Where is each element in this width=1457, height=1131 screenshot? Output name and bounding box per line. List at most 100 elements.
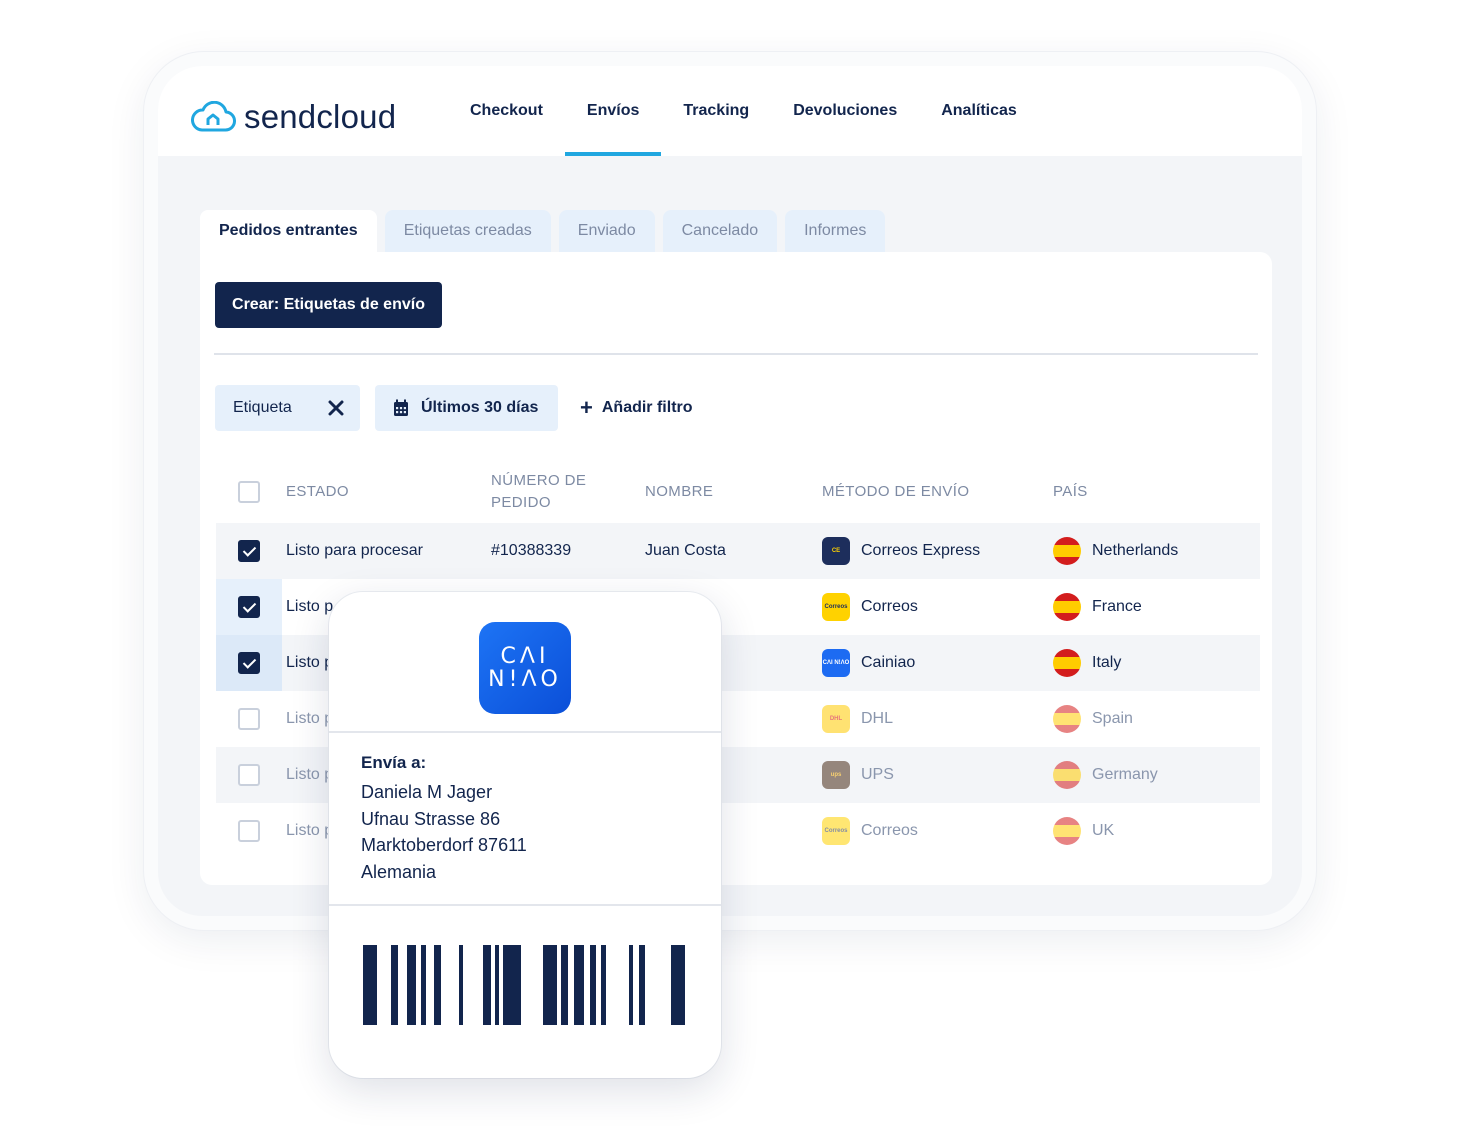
header-estado: ESTADO bbox=[286, 483, 349, 500]
date-filter-chip[interactable]: Últimos 30 días bbox=[375, 385, 558, 431]
row-country: Germany bbox=[1053, 747, 1158, 803]
row-country: Netherlands bbox=[1053, 523, 1178, 579]
header-numero-line1: NÚMERO DE bbox=[491, 472, 587, 489]
tab-pedidos-entrantes[interactable]: Pedidos entrantes bbox=[200, 210, 377, 252]
row-country: France bbox=[1053, 579, 1142, 635]
row-shipping-method: Correos Correos bbox=[822, 803, 918, 859]
row-country-label: Italy bbox=[1092, 654, 1122, 671]
row-checkbox[interactable] bbox=[238, 596, 260, 618]
header-nombre: NOMBRE bbox=[645, 483, 714, 500]
cainiao-logo-line1: CΛI bbox=[500, 644, 550, 669]
row-status: Listo p bbox=[286, 598, 334, 615]
cainiao-logo-line2: N!ΛO bbox=[488, 667, 562, 692]
date-filter-text: Últimos 30 días bbox=[421, 399, 539, 416]
header-metodo-envio: MÉTODO DE ENVÍO bbox=[822, 483, 970, 500]
row-shipping-method-label: UPS bbox=[861, 766, 894, 783]
nav-devoluciones[interactable]: Devoluciones bbox=[771, 66, 919, 156]
address-line: Marktoberdorf 87611 bbox=[361, 835, 527, 855]
add-filter-button[interactable]: + Añadir filtro bbox=[580, 385, 693, 431]
divider bbox=[214, 353, 1258, 355]
nav-envios[interactable]: Envíos bbox=[564, 66, 662, 156]
row-status: Listo p bbox=[286, 822, 334, 839]
label-divider-top bbox=[329, 731, 721, 733]
header-numero-line2: PEDIDO bbox=[491, 494, 551, 511]
correos-icon: Correos bbox=[822, 593, 850, 621]
row-country-label: Germany bbox=[1092, 766, 1158, 783]
barcode-icon bbox=[363, 945, 685, 1025]
row-checkbox-cell bbox=[216, 691, 282, 747]
select-all-checkbox[interactable] bbox=[238, 481, 260, 503]
correos-express-icon: CE bbox=[822, 537, 850, 565]
row-shipping-method-label: Correos bbox=[861, 822, 918, 839]
add-filter-label: Añadir filtro bbox=[601, 399, 693, 416]
row-country: Spain bbox=[1053, 691, 1133, 747]
main-nav: Checkout Envíos Tracking Devoluciones An… bbox=[448, 66, 1039, 156]
row-status: Listo p bbox=[286, 654, 334, 671]
row-country-label: Netherlands bbox=[1092, 542, 1179, 559]
cainiao-icon: CΛI N!ΛO bbox=[822, 649, 850, 677]
tab-cancelado[interactable]: Cancelado bbox=[662, 210, 778, 252]
row-country-label: UK bbox=[1092, 822, 1115, 839]
row-shipping-method-label: Cainiao bbox=[861, 654, 916, 671]
spain-flag-icon bbox=[1053, 817, 1081, 845]
spain-flag-icon bbox=[1053, 537, 1081, 565]
row-checkbox[interactable] bbox=[238, 764, 260, 786]
address-line: Daniela M Jager bbox=[361, 782, 493, 802]
row-checkbox[interactable] bbox=[238, 708, 260, 730]
row-order-number[interactable]: #10388339 bbox=[491, 523, 571, 579]
top-navigation-bar: sendcloud Checkout Envíos Tracking Devol… bbox=[158, 66, 1302, 156]
nav-tracking[interactable]: Tracking bbox=[661, 66, 771, 156]
label-divider-bottom bbox=[329, 904, 721, 906]
address-line: Alemania bbox=[361, 862, 437, 882]
row-checkbox[interactable] bbox=[238, 652, 260, 674]
tab-etiquetas-creadas[interactable]: Etiquetas creadas bbox=[384, 210, 551, 252]
cainiao-logo-icon: CΛI N!ΛO bbox=[479, 622, 571, 714]
brand-name: sendcloud bbox=[244, 98, 397, 135]
row-shipping-method-label: Correos Express bbox=[861, 542, 981, 559]
row-checkbox-cell bbox=[216, 523, 282, 579]
header-numero-pedido: NÚMERO DE PEDIDO bbox=[491, 470, 586, 514]
row-status: Listo p bbox=[286, 710, 334, 727]
close-icon[interactable] bbox=[328, 400, 344, 416]
row-checkbox-cell bbox=[216, 635, 282, 691]
row-shipping-method-label: Correos bbox=[861, 598, 918, 615]
header-pais: PAÍS bbox=[1053, 483, 1088, 500]
cloud-logo-icon bbox=[191, 101, 236, 132]
row-shipping-method: DHL DHL bbox=[822, 691, 893, 747]
row-checkbox-cell bbox=[216, 579, 282, 635]
spain-flag-icon bbox=[1053, 593, 1081, 621]
row-status: Listo p bbox=[286, 766, 334, 783]
row-shipping-method: CΛI N!ΛO Cainiao bbox=[822, 635, 915, 691]
row-checkbox-cell bbox=[216, 803, 282, 859]
row-shipping-method-label: DHL bbox=[861, 710, 894, 727]
row-shipping-method: CE Correos Express bbox=[822, 523, 980, 579]
row-checkbox-cell bbox=[216, 747, 282, 803]
nav-checkout[interactable]: Checkout bbox=[448, 66, 565, 156]
spain-flag-icon bbox=[1053, 649, 1081, 677]
row-country: Italy bbox=[1053, 635, 1121, 691]
spain-flag-icon bbox=[1053, 705, 1081, 733]
table-header: ESTADO NÚMERO DE PEDIDO NOMBRE MÉTODO DE… bbox=[216, 460, 1260, 523]
label-filter-text: Etiqueta bbox=[233, 399, 292, 416]
order-tabs: Pedidos entrantes Etiquetas creadas Envi… bbox=[200, 210, 893, 252]
row-country: UK bbox=[1053, 803, 1114, 859]
nav-analiticas[interactable]: Analíticas bbox=[919, 66, 1039, 156]
spain-flag-icon bbox=[1053, 761, 1081, 789]
row-checkbox[interactable] bbox=[238, 540, 260, 562]
label-filter-chip[interactable]: Etiqueta bbox=[215, 385, 360, 431]
row-shipping-method: ups UPS bbox=[822, 747, 894, 803]
row-status: Listo para procesar bbox=[286, 542, 423, 559]
row-customer-name: Juan Costa bbox=[645, 542, 726, 559]
calendar-icon bbox=[393, 399, 409, 417]
table-row[interactable]: Listo para procesar #10388339 Juan Costa CE… bbox=[216, 523, 1260, 579]
row-country-label: Spain bbox=[1092, 710, 1133, 727]
create-labels-button[interactable]: Crear: Etiquetas de envío bbox=[215, 282, 442, 328]
shipping-label-card: CΛI N!ΛO Envía a: Daniela M Jager Ufnau … bbox=[329, 592, 721, 1078]
tab-enviado[interactable]: Enviado bbox=[558, 210, 655, 252]
ship-to-heading: Envía a: bbox=[361, 753, 427, 772]
row-checkbox[interactable] bbox=[238, 820, 260, 842]
sendcloud-logo[interactable]: sendcloud bbox=[190, 98, 396, 136]
tab-informes[interactable]: Informes bbox=[785, 210, 886, 252]
address-line: Ufnau Strasse 86 bbox=[361, 809, 501, 829]
ups-icon: ups bbox=[822, 761, 850, 789]
